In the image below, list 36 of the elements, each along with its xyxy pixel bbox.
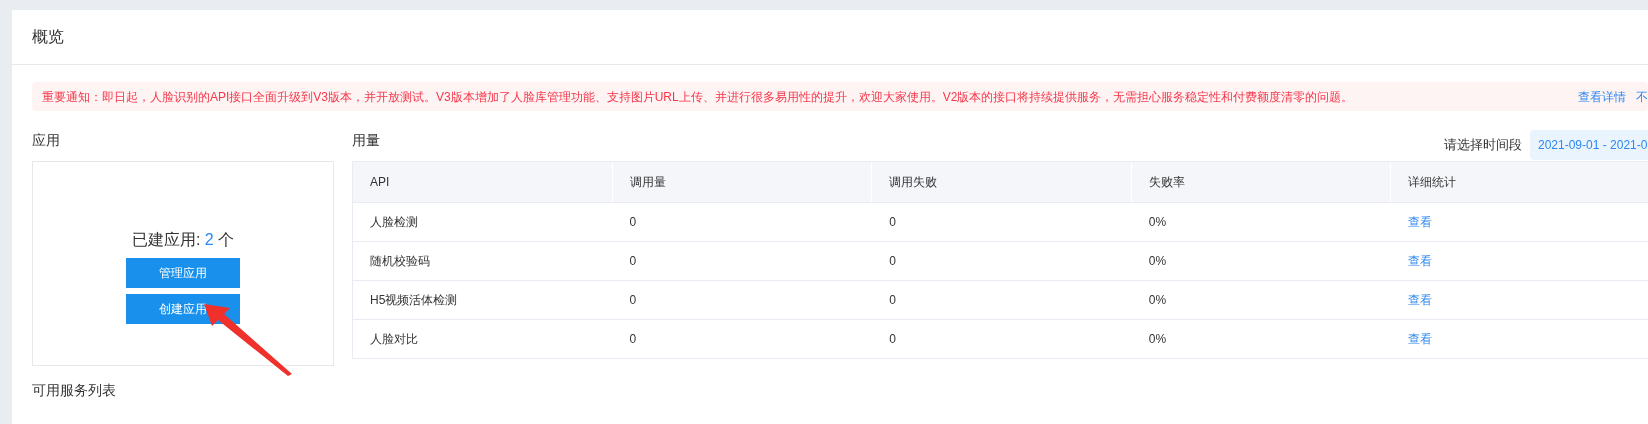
table-cell-text: 0 [889,331,896,348]
column-header: 调用量 [629,174,666,191]
table-cell-text: 0 [889,292,896,309]
table-cell-text: 0 [629,292,637,309]
table-cell-text: 0% [1148,331,1167,348]
column-header: 详细统计 [1408,174,1457,191]
table-cell-text: 人脸检测 [370,214,418,231]
table-cell-text: 0 [629,331,637,348]
view-link[interactable]: 查看 [1408,291,1433,309]
table-cell-text: 0 [629,253,637,270]
table-cell-text: H5视频活体检测 [370,292,458,309]
notice-text: 重要通知：即日起，人脸识别的API接口全面升级到V3版本，并开放测试。V3版本增加了人脸库管理功能、支持图片URL上传、并进行很多易用性的提升，欢迎大家使用。V2版本的接口将持续提供服务，无需担心服务稳定性和付费额度清零的问题。 [42,88,1354,106]
view-link[interactable]: 查看 [1408,252,1433,270]
notice-link[interactable]: 查看详情 [1578,87,1626,106]
app-count: 已建应用: 2 个 [131,229,235,250]
date-range-field[interactable]: 2021-09-01 - 2021-0 [1530,130,1648,160]
table-cell-text: 随机校验码 [370,253,430,270]
table-cell-text: 0% [1148,253,1167,270]
page-title: 概览 [32,27,64,47]
section-title: 应用 [32,130,60,150]
table-cell-text: 0 [889,253,896,270]
notice-link[interactable]: 不 [1636,87,1648,106]
table-cell-text: 0 [889,214,896,231]
date-label: 请选择时间段 [1444,136,1522,155]
column-header: 失败率 [1148,174,1185,191]
section-title: 可用服务列表 [32,382,116,398]
view-link[interactable]: 查看 [1408,330,1433,348]
table-cell-text: 0% [1148,214,1167,231]
app-button[interactable]: 管理应用 [126,257,240,288]
column-header: API [370,174,390,191]
table-cell-text: 人脸对比 [370,331,418,348]
table-cell-text: 0 [629,214,637,231]
section-title: 用量 [352,130,380,150]
view-link[interactable]: 查看 [1408,213,1433,231]
column-header: 调用失败 [889,174,938,191]
table-cell-text: 0% [1148,292,1167,309]
